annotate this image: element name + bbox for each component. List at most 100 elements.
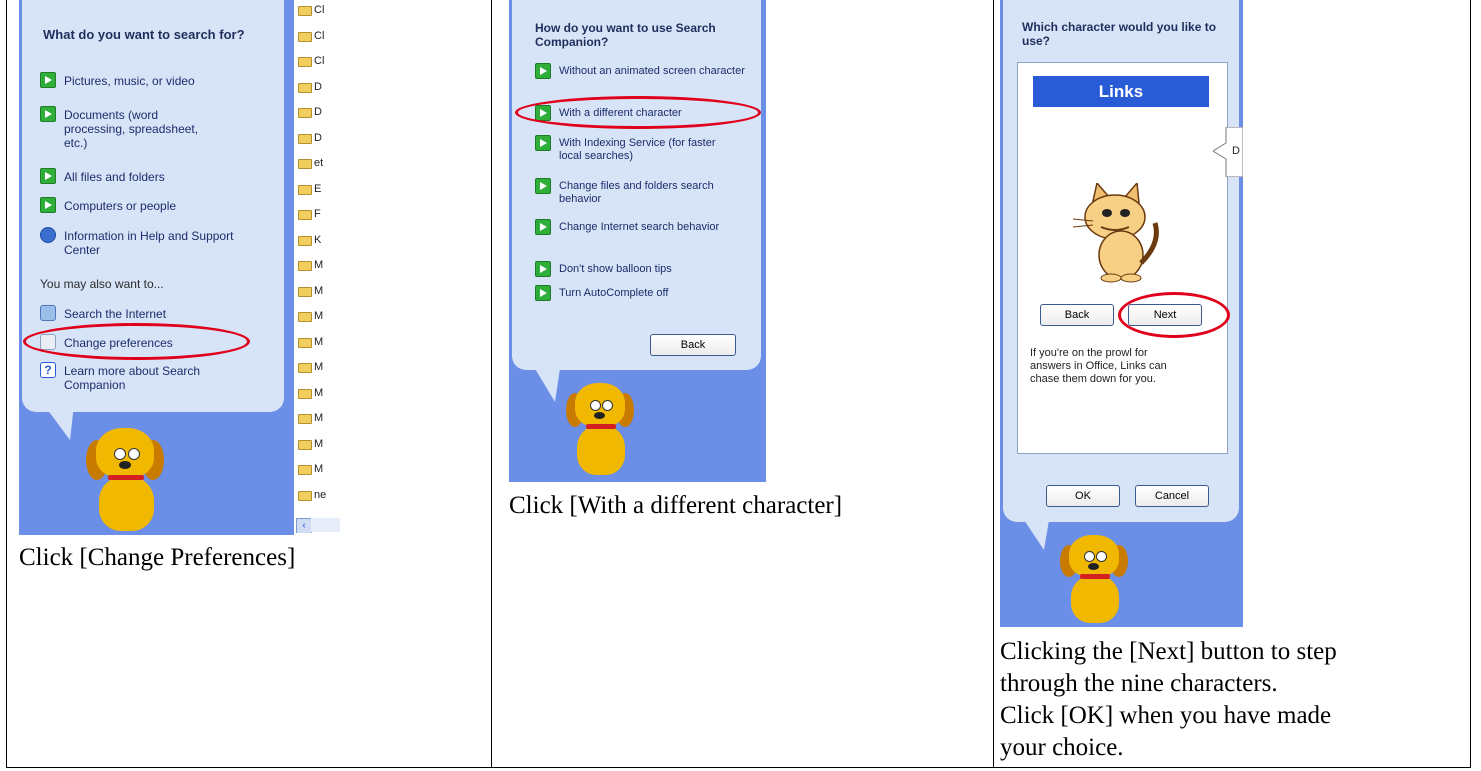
cat-character bbox=[1063, 181, 1168, 283]
caption-panel-3-line-3: Click [OK] when you have made bbox=[1000, 702, 1332, 729]
folder-icon bbox=[298, 184, 312, 195]
arrow-icon bbox=[535, 135, 551, 151]
panel-title: How do you want to use Search Companion? bbox=[535, 21, 716, 49]
help-globe-icon bbox=[40, 227, 56, 243]
option-autocomplete-off[interactable]: Turn AutoComplete off bbox=[559, 287, 749, 300]
option-all-files-folders[interactable]: All files and folders bbox=[64, 170, 264, 184]
character-description: If you're on the prowl for answers in Of… bbox=[1030, 347, 1167, 385]
caption-panel-3-line-4: your choice. bbox=[1000, 734, 1124, 761]
folder-icon bbox=[298, 261, 312, 271]
folder-name[interactable]: M bbox=[314, 310, 323, 322]
folder-icon bbox=[298, 235, 312, 246]
folder-icon bbox=[298, 388, 312, 399]
arrow-icon bbox=[40, 106, 56, 122]
folder-icon bbox=[298, 31, 312, 42]
arrow-icon bbox=[40, 168, 56, 184]
folder-icon bbox=[298, 57, 312, 67]
folder-icon bbox=[298, 108, 312, 118]
folder-icon bbox=[298, 286, 312, 297]
folder-icon bbox=[298, 439, 312, 450]
column-divider bbox=[491, 0, 492, 768]
option-documents[interactable]: Documents (word processing, spreadsheet,… bbox=[64, 108, 214, 150]
arrow-icon bbox=[40, 72, 56, 88]
folder-name[interactable]: E bbox=[314, 183, 321, 195]
folder-name[interactable]: F bbox=[314, 208, 321, 220]
folder-name[interactable]: K bbox=[314, 234, 321, 246]
option-no-balloon-tips[interactable]: Don't show balloon tips bbox=[559, 263, 749, 276]
speech-bubble-text: D bbox=[1232, 145, 1240, 157]
arrow-icon bbox=[40, 197, 56, 213]
back-button[interactable]: Back bbox=[1040, 304, 1114, 326]
folder-name[interactable]: Cl bbox=[314, 4, 324, 16]
highlight-oval bbox=[1118, 292, 1230, 338]
dog-character bbox=[84, 428, 174, 533]
folder-name[interactable]: D bbox=[314, 132, 322, 144]
character-name: Links bbox=[1098, 82, 1144, 101]
arrow-icon bbox=[535, 178, 551, 194]
search-companion-screenshot-3: Which character would you like to use? L… bbox=[1000, 0, 1243, 627]
folder-name[interactable]: M bbox=[314, 259, 323, 271]
search-internet-icon bbox=[40, 305, 56, 321]
folder-icon bbox=[298, 490, 312, 501]
panel-title: Which character would you like to use? bbox=[1022, 20, 1217, 48]
search-companion-screenshot-1: What do you want to search for? Pictures… bbox=[19, 0, 294, 535]
option-help-support[interactable]: Information in Help and Support Center bbox=[64, 229, 239, 257]
option-indexing-service[interactable]: With Indexing Service (for faster local … bbox=[559, 137, 729, 163]
folder-name[interactable]: M bbox=[314, 438, 323, 450]
folder-list: Cl Cl Cl D D Det E F K M M M M M M M M Mne ‹ bbox=[294, 0, 340, 533]
caption-panel-3-line-2: through the nine characters. bbox=[1000, 670, 1278, 697]
folder-icon bbox=[298, 312, 312, 322]
folder-name[interactable]: Cl bbox=[314, 55, 324, 67]
arrow-icon bbox=[535, 285, 551, 301]
arrow-icon bbox=[535, 261, 551, 277]
highlight-oval bbox=[515, 96, 761, 129]
option-internet-search-behavior[interactable]: Change Internet search behavior bbox=[559, 221, 729, 234]
folder-icon bbox=[298, 414, 312, 424]
folder-name[interactable]: M bbox=[314, 463, 323, 475]
folder-name[interactable]: ne bbox=[314, 489, 326, 501]
folder-name[interactable]: D bbox=[314, 81, 322, 93]
folder-name[interactable]: M bbox=[314, 336, 323, 348]
also-want-label: You may also want to... bbox=[40, 277, 164, 291]
folder-icon bbox=[298, 159, 312, 169]
option-search-internet[interactable]: Search the Internet bbox=[64, 307, 264, 321]
panel-title: What do you want to search for? bbox=[43, 27, 245, 42]
folder-icon bbox=[298, 210, 312, 220]
folder-icon bbox=[298, 82, 312, 93]
dog-character bbox=[564, 383, 642, 479]
caption-panel-2: Click [With a different character] bbox=[509, 492, 843, 519]
folder-name[interactable]: M bbox=[314, 412, 323, 424]
folder-name[interactable]: M bbox=[314, 361, 323, 373]
arrow-icon bbox=[535, 63, 551, 79]
horizontal-scrollbar[interactable] bbox=[311, 518, 340, 532]
balloon-tail bbox=[44, 405, 74, 440]
highlight-oval bbox=[23, 323, 250, 360]
option-no-animated-character[interactable]: Without an animated screen character bbox=[559, 65, 749, 78]
column-divider bbox=[993, 0, 994, 768]
option-learn-more[interactable]: Learn more about Search Companion bbox=[64, 364, 244, 392]
folder-name[interactable]: D bbox=[314, 106, 322, 118]
folder-icon bbox=[298, 337, 312, 348]
option-pictures-music-video[interactable]: Pictures, music, or video bbox=[64, 74, 264, 88]
folder-icon bbox=[298, 6, 312, 16]
cancel-button[interactable]: Cancel bbox=[1135, 485, 1209, 507]
dog-character bbox=[1058, 535, 1136, 625]
ok-button[interactable]: OK bbox=[1046, 485, 1120, 507]
folder-name[interactable]: M bbox=[314, 387, 323, 399]
option-files-folders-behavior[interactable]: Change files and folders search behavior bbox=[559, 180, 729, 206]
folder-name[interactable]: Cl bbox=[314, 30, 324, 42]
balloon-tail bbox=[1020, 514, 1050, 550]
caption-panel-1: Click [Change Preferences] bbox=[19, 544, 296, 571]
folder-icon bbox=[298, 465, 312, 475]
folder-icon bbox=[298, 363, 312, 373]
option-computers-people[interactable]: Computers or people bbox=[64, 199, 264, 213]
folder-icon bbox=[298, 133, 312, 144]
help-question-icon: ? bbox=[40, 362, 56, 378]
search-companion-screenshot-2: How do you want to use Search Companion?… bbox=[509, 0, 766, 482]
back-button[interactable]: Back bbox=[650, 334, 736, 356]
scroll-left-arrow[interactable]: ‹ bbox=[296, 518, 312, 533]
caption-panel-3-line-1: Clicking the [Next] button to step bbox=[1000, 638, 1337, 665]
arrow-icon bbox=[535, 219, 551, 235]
folder-name[interactable]: M bbox=[314, 285, 323, 297]
folder-name[interactable]: et bbox=[314, 157, 323, 169]
